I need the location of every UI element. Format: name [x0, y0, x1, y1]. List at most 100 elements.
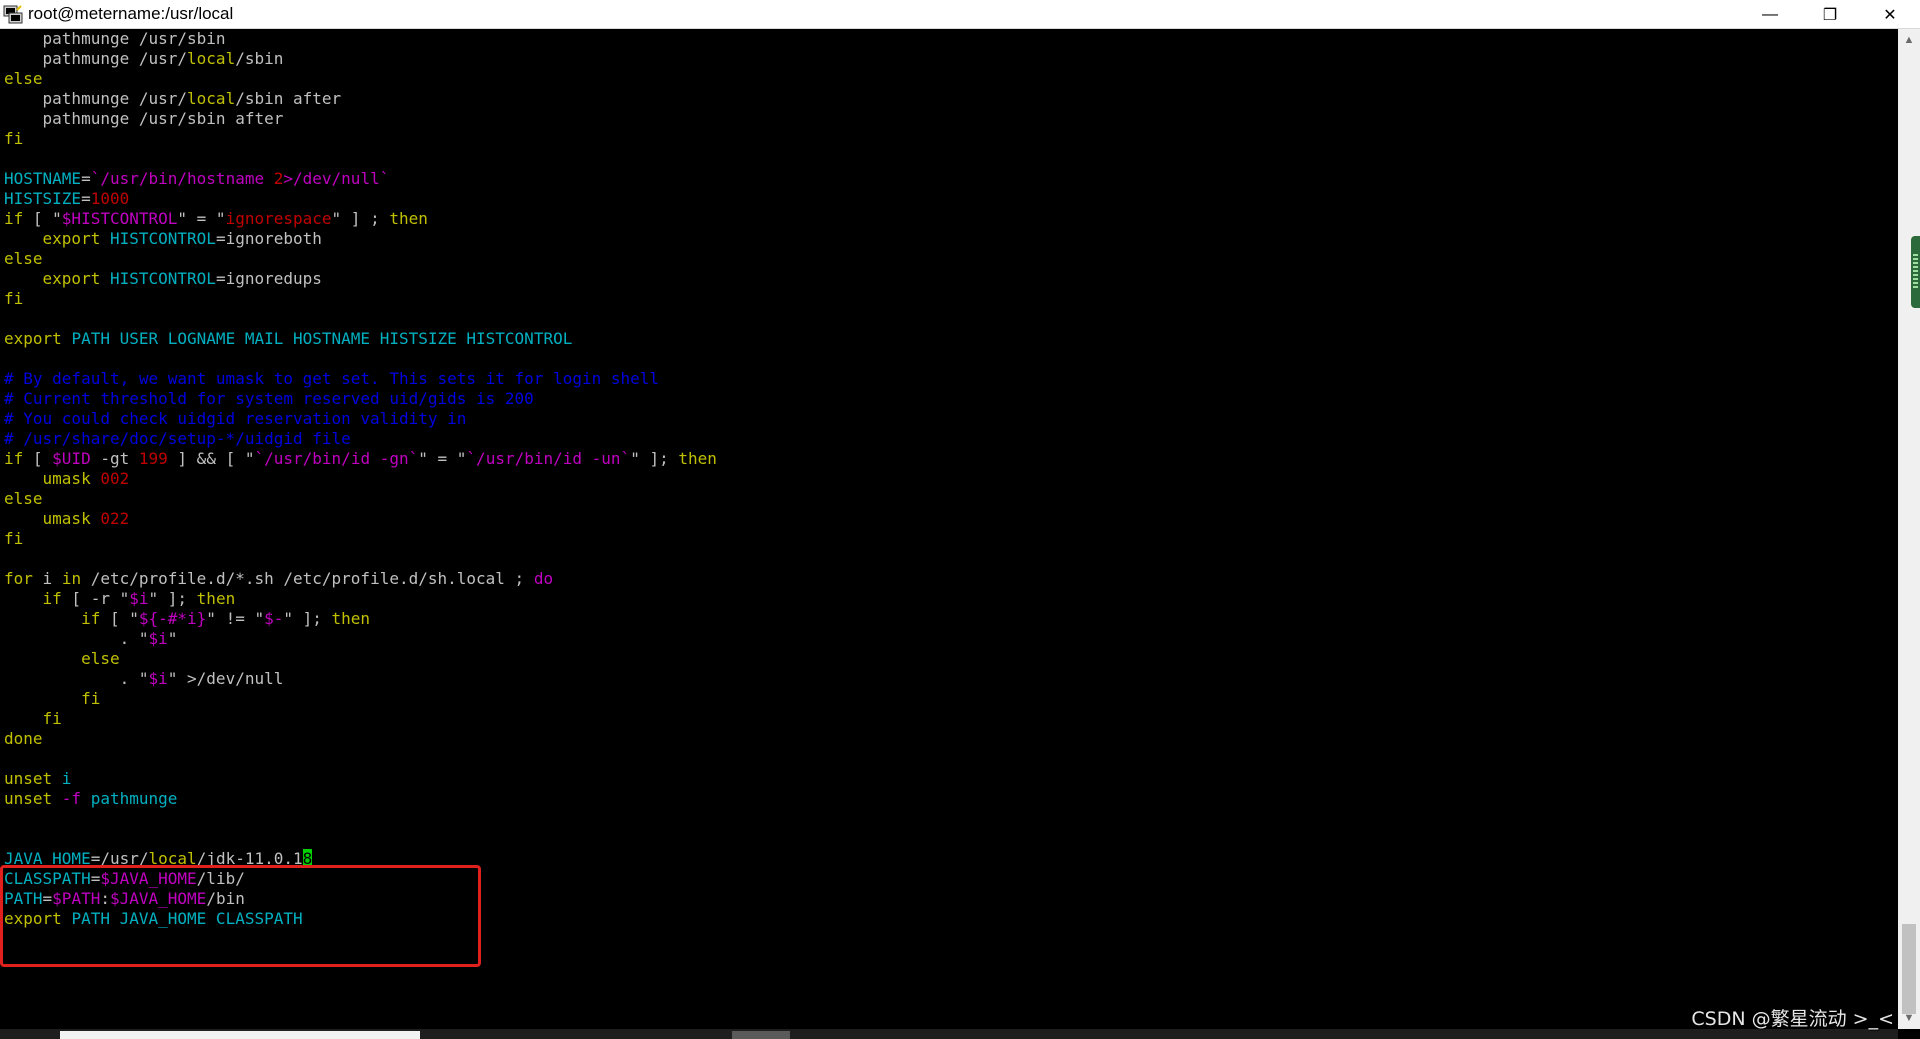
- terminal-text-segment: if: [4, 449, 24, 468]
- terminal-line: for i in /etc/profile.d/*.sh /etc/profil…: [4, 569, 1898, 589]
- terminal-text-segment: 002: [100, 469, 130, 488]
- terminal-text-segment: fi: [4, 529, 24, 548]
- terminal-text-segment: " = ": [418, 449, 467, 468]
- terminal-line: # /usr/share/doc/setup-*/uidgid file: [4, 429, 1898, 449]
- terminal-text-segment: # /usr/share/doc/setup-*/uidgid file: [4, 429, 351, 448]
- terminal-line: pathmunge /usr/local/sbin after: [4, 89, 1898, 109]
- terminal-line: fi: [4, 689, 1898, 709]
- terminal-text-segment: pathmunge /usr/sbin: [4, 29, 226, 48]
- terminal-text-segment: i: [61, 769, 72, 788]
- terminal-text-segment: >/dev/null`: [283, 169, 390, 188]
- terminal-line: else: [4, 249, 1898, 269]
- terminal-text-segment: fi: [4, 289, 24, 308]
- terminal-line: # Current threshold for system reserved …: [4, 389, 1898, 409]
- scroll-up-arrow-icon[interactable]: ▲: [1898, 31, 1920, 49]
- bottom-bar: [0, 1029, 1898, 1039]
- taskbar-item[interactable]: [732, 1031, 790, 1039]
- terminal-text-segment: umask: [4, 509, 101, 528]
- terminal-text-segment: $PATH: [52, 889, 101, 908]
- vertical-scrollbar[interactable]: ▲ ▼: [1898, 29, 1920, 1029]
- terminal-screen[interactable]: pathmunge /usr/sbin pathmunge /usr/local…: [0, 29, 1898, 1029]
- restore-button[interactable]: ❐: [1800, 0, 1860, 29]
- terminal-text-segment: $i: [148, 629, 168, 648]
- terminal-text-segment: PATH: [4, 889, 43, 908]
- terminal-text-segment: local: [187, 49, 236, 68]
- terminal-text-segment: umask: [4, 469, 101, 488]
- terminal-text-segment: $JAVA_HOME: [100, 869, 197, 888]
- terminal-text-segment: " ];: [630, 449, 679, 468]
- terminal-text-segment: /etc/profile.d/*.sh /etc/profile.d/sh.lo…: [81, 569, 534, 588]
- terminal-text-segment: " ];: [283, 609, 332, 628]
- side-panel-tab[interactable]: [1911, 236, 1920, 308]
- scrollbar-thumb[interactable]: [1902, 924, 1916, 1014]
- terminal-text-segment: export: [4, 909, 72, 928]
- terminal-text-segment: export: [4, 269, 110, 288]
- scroll-down-arrow-icon[interactable]: ▼: [1898, 1009, 1920, 1027]
- terminal-text-segment: 1000: [90, 189, 130, 208]
- terminal-text-segment: ${-#*i}: [138, 609, 207, 628]
- csdn-watermark: CSDN @繁星流动 >_<: [1691, 1008, 1894, 1030]
- terminal-line: unset i: [4, 769, 1898, 789]
- terminal-text-segment: =: [81, 189, 91, 208]
- terminal-text-segment: pathmunge /usr/: [4, 89, 188, 108]
- terminal-line: fi: [4, 129, 1898, 149]
- terminal-text-segment: export: [4, 229, 110, 248]
- terminal-line: . "$i" >/dev/null: [4, 669, 1898, 689]
- terminal-text-segment: =: [90, 869, 101, 888]
- terminal-text-segment: [: [23, 449, 53, 468]
- window-titlebar[interactable]: root@metername:/usr/local — ❐ ✕: [0, 0, 1920, 29]
- terminal-text-segment: # You could check uidgid reservation val…: [4, 409, 467, 428]
- terminal-line: else: [4, 489, 1898, 509]
- terminal-line: pathmunge /usr/local/sbin: [4, 49, 1898, 69]
- terminal-line: export HISTCONTROL=ignoredups: [4, 269, 1898, 289]
- terminal-text-segment: . ": [4, 629, 149, 648]
- terminal-text-segment: $i: [148, 669, 168, 688]
- terminal-text-segment: if: [4, 609, 101, 628]
- terminal-line: else: [4, 649, 1898, 669]
- terminal-line: if [ $UID -gt 199 ] && [ "`/usr/bin/id -…: [4, 449, 1898, 469]
- terminal-text-segment: /bin: [206, 889, 245, 908]
- terminal-text-segment: -gt: [90, 449, 139, 468]
- terminal-text-segment: else: [4, 69, 43, 88]
- terminal-text-segment: do: [533, 569, 554, 588]
- terminal-text-segment: ignorespace: [225, 209, 332, 228]
- terminal-text-segment: ": [167, 629, 178, 648]
- terminal-line: # By default, we want umask to get set. …: [4, 369, 1898, 389]
- terminal-text-segment: export: [4, 329, 72, 348]
- terminal-text-segment: 2: [273, 169, 284, 188]
- terminal-line: if [ "${-#*i}" != "$-" ]; then: [4, 609, 1898, 629]
- minimize-button[interactable]: —: [1740, 0, 1800, 29]
- terminal-text-segment: then: [331, 609, 371, 628]
- terminal-text-segment: " ] ;: [331, 209, 390, 228]
- terminal-text-segment: then: [196, 589, 236, 608]
- terminal-line: if [ -r "$i" ]; then: [4, 589, 1898, 609]
- terminal-text-segment: 199: [138, 449, 168, 468]
- terminal-text-segment: unset: [4, 789, 62, 808]
- terminal-text-segment: HISTCONTROL: [109, 269, 216, 288]
- terminal-text-segment: fi: [4, 689, 101, 708]
- terminal-text-segment: :: [100, 889, 110, 908]
- terminal-line: export PATH USER LOGNAME MAIL HOSTNAME H…: [4, 329, 1898, 349]
- terminal-line: # You could check uidgid reservation val…: [4, 409, 1898, 429]
- close-button[interactable]: ✕: [1860, 0, 1920, 29]
- terminal-text-segment: 022: [100, 509, 130, 528]
- terminal-text-segment: i: [32, 569, 62, 588]
- terminal-text-segment: fi: [4, 709, 62, 728]
- window-controls: — ❐ ✕: [1740, 0, 1920, 29]
- terminal-text-segment: " ];: [148, 589, 197, 608]
- terminal-line: fi: [4, 289, 1898, 309]
- terminal-text-segment: for: [4, 569, 33, 588]
- terminal-text-segment: ] && [ ": [167, 449, 255, 468]
- terminal-line: if [ "$HISTCONTROL" = "ignorespace" ] ; …: [4, 209, 1898, 229]
- terminal-text: pathmunge /usr/sbin pathmunge /usr/local…: [0, 29, 1898, 929]
- terminal-text-segment: " != ": [206, 609, 265, 628]
- terminal-text-segment: CLASSPATH: [4, 869, 91, 888]
- taskbar-item[interactable]: [60, 1031, 420, 1039]
- terminal-text-segment: JAVA_HOME: [4, 849, 91, 868]
- terminal-text-segment: /sbin after: [235, 89, 342, 108]
